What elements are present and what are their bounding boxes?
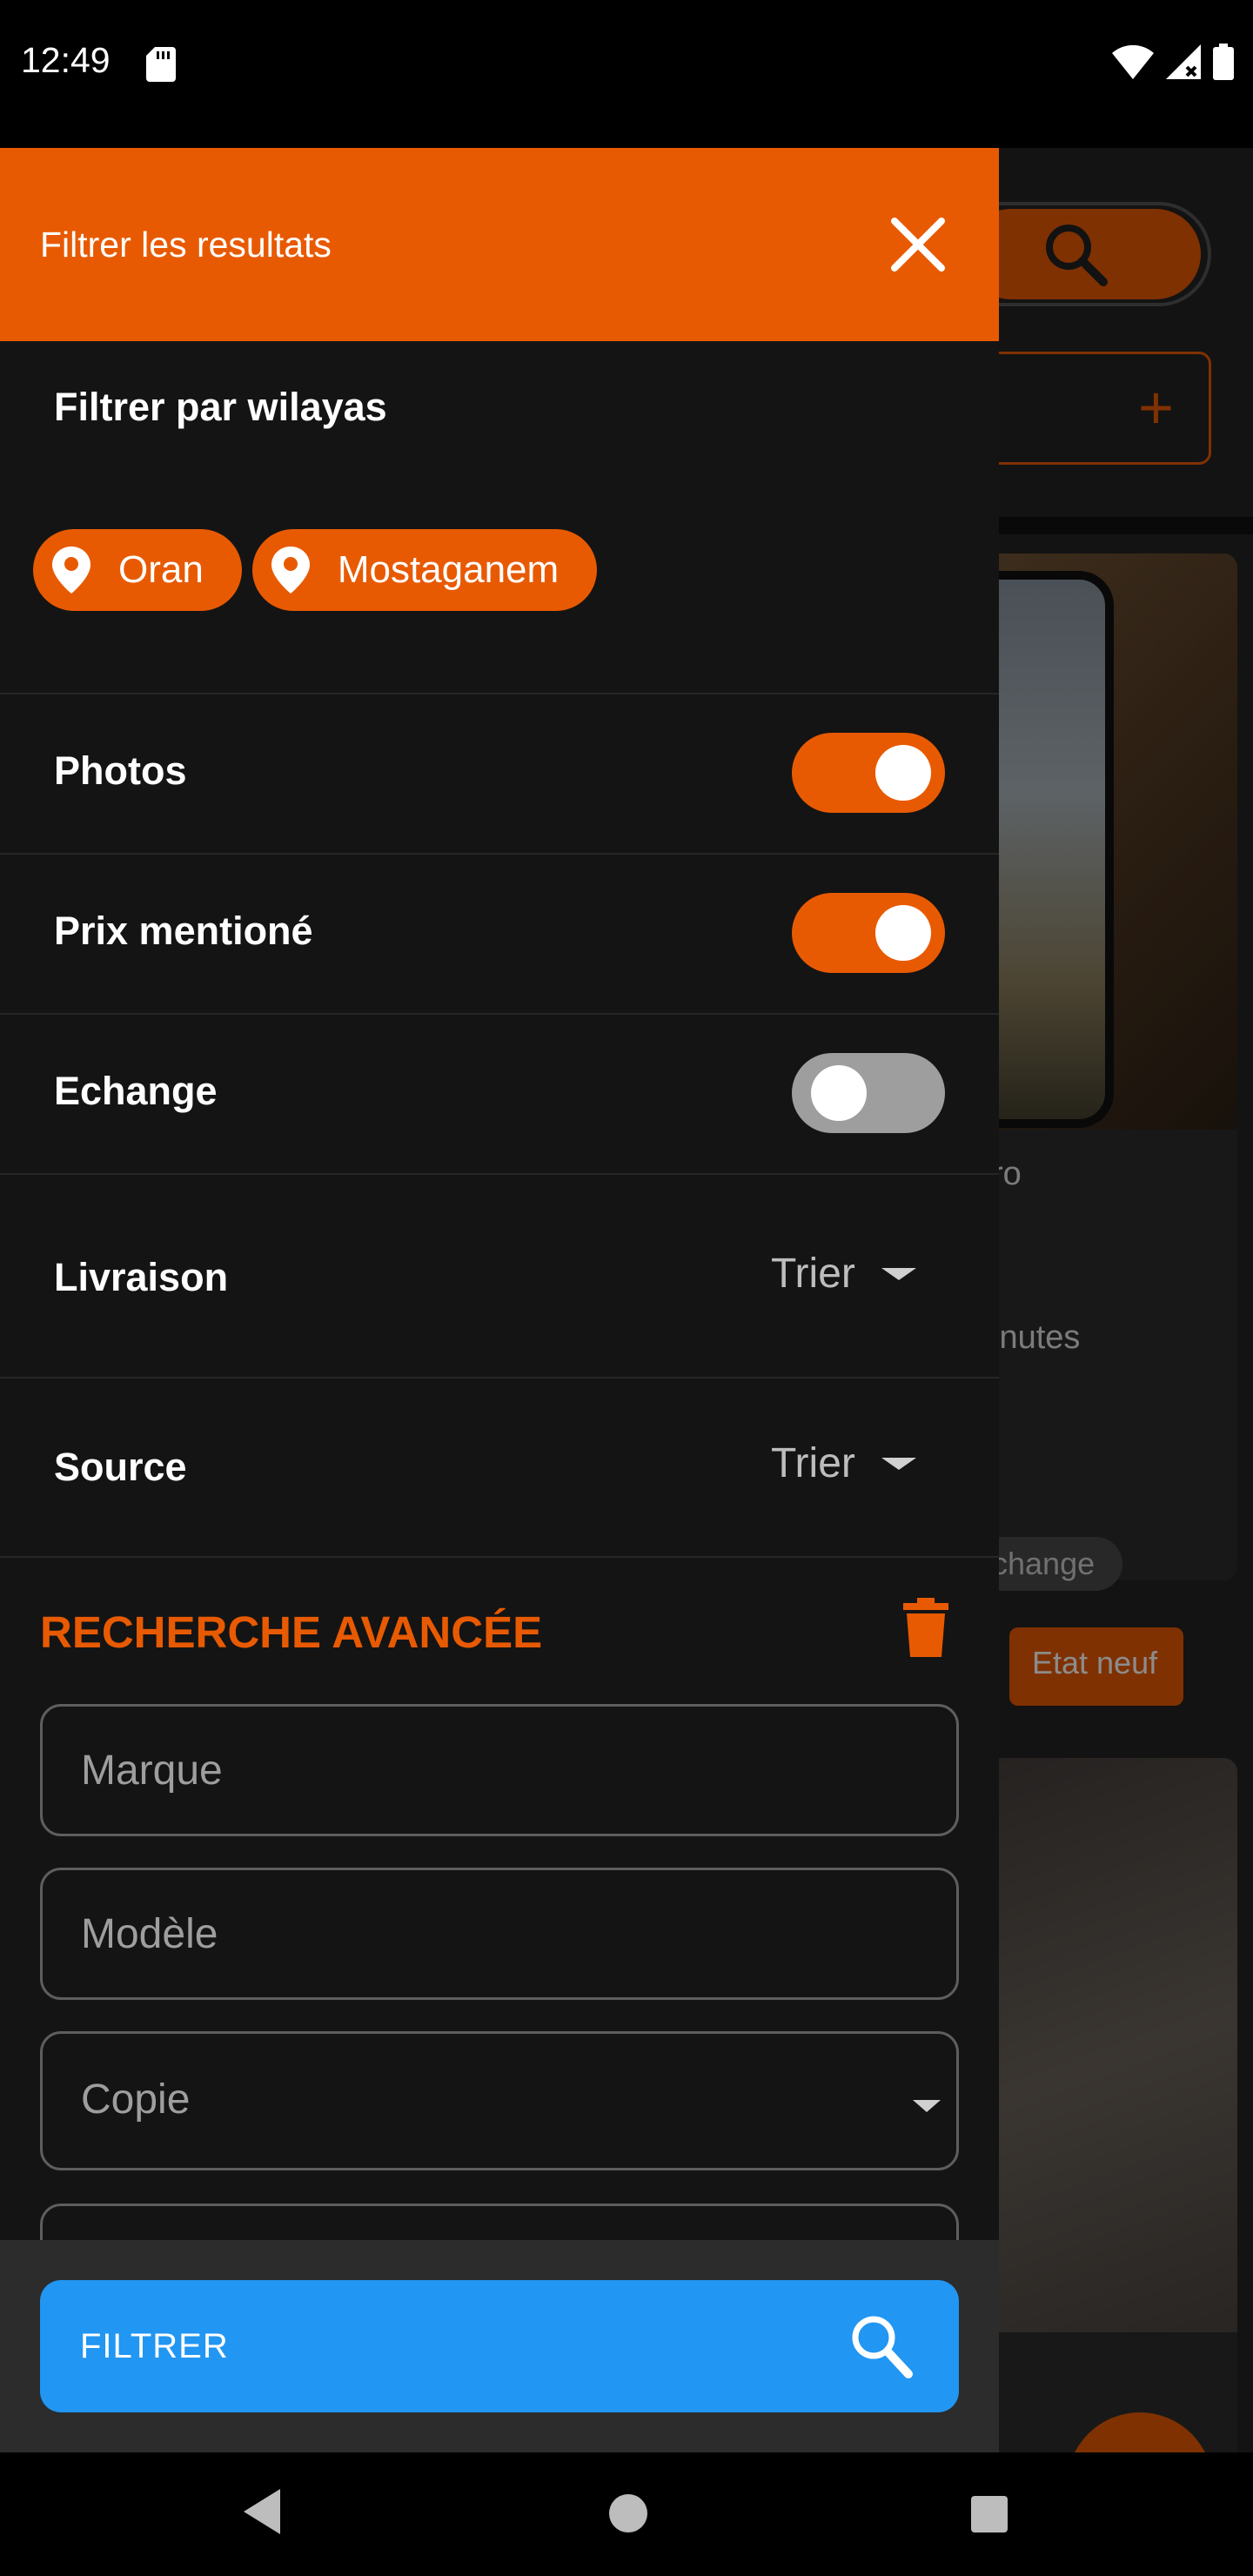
wilaya-chip-oran[interactable]: Oran xyxy=(33,529,242,611)
recents-icon[interactable] xyxy=(971,2496,1008,2532)
toggle-row-echange[interactable]: Echange xyxy=(0,1013,999,1173)
close-button[interactable] xyxy=(879,205,957,284)
toggle-knob xyxy=(875,745,931,801)
location-pin-icon xyxy=(52,547,90,594)
copy-select-value: Copie xyxy=(81,2076,191,2123)
toggle-knob xyxy=(811,1065,867,1121)
bottom-bar: FILTRER xyxy=(0,2240,999,2452)
filter-drawer: Filtrer les resultats Filtrer par wilaya… xyxy=(0,148,999,2452)
close-icon xyxy=(891,218,945,272)
toggle-row-photos[interactable]: Photos xyxy=(0,693,999,853)
caret-down-icon xyxy=(881,1267,916,1280)
drawer-header: Filtrer les resultats xyxy=(0,148,999,341)
livraison-dropdown[interactable]: Trier xyxy=(771,1250,916,1298)
photos-toggle[interactable] xyxy=(792,733,945,813)
wilaya-heading: Filtrer par wilayas xyxy=(54,385,387,429)
model-field[interactable] xyxy=(40,1868,959,2000)
drawer-title: Filtrer les resultats xyxy=(40,225,332,265)
wilaya-chip-label: Oran xyxy=(118,548,204,591)
source-dropdown[interactable]: Trier xyxy=(771,1439,916,1487)
wifi-icon xyxy=(1112,44,1154,79)
dropdown-value: Trier xyxy=(771,1440,855,1486)
brand-field[interactable] xyxy=(40,1704,959,1836)
status-bar: 12:49 xyxy=(0,0,1253,148)
status-icons xyxy=(1112,44,1234,80)
divider xyxy=(0,1556,999,1558)
copy-select[interactable]: Copie xyxy=(40,2031,959,2170)
filter-button-label: FILTRER xyxy=(80,2327,229,2365)
sd-card-icon xyxy=(146,47,176,82)
model-input[interactable] xyxy=(43,1870,956,1997)
wilaya-chip-mostaganem[interactable]: Mostaganem xyxy=(251,529,598,611)
price-toggle[interactable] xyxy=(792,893,945,973)
home-icon[interactable] xyxy=(609,2494,647,2532)
sort-label: Source xyxy=(54,1445,187,1489)
battery-icon xyxy=(1213,44,1234,80)
screen: 12:49 + ro inutes change Etat neuf Filtr… xyxy=(0,0,1253,2576)
advanced-search-title: RECHERCHE AVANCÉE xyxy=(40,1607,543,1657)
wilaya-chip-label: Mostaganem xyxy=(337,548,559,591)
exchange-toggle[interactable] xyxy=(792,1053,945,1133)
toggle-knob xyxy=(875,905,931,961)
sort-label: Livraison xyxy=(54,1255,229,1299)
dropdown-value: Trier xyxy=(771,1251,855,1297)
trash-icon[interactable] xyxy=(901,1598,950,1657)
signal-icon xyxy=(1166,44,1201,79)
toggle-row-prix[interactable]: Prix mentioné xyxy=(0,853,999,1013)
navigation-bar xyxy=(0,2452,1253,2576)
filter-button[interactable]: FILTRER xyxy=(40,2280,959,2412)
brand-input[interactable] xyxy=(43,1707,956,1834)
status-time: 12:49 xyxy=(21,40,111,80)
toggle-label: Photos xyxy=(54,748,187,793)
toggle-label: Echange xyxy=(54,1069,218,1113)
caret-down-icon xyxy=(881,1457,916,1470)
location-pin-icon xyxy=(271,547,310,594)
sort-row-livraison: Livraison Trier xyxy=(0,1173,999,1377)
toggle-label: Prix mentioné xyxy=(54,909,313,953)
wilaya-chips: Oran Mostaganem xyxy=(33,529,598,611)
back-icon[interactable] xyxy=(242,2487,282,2536)
caret-down-icon xyxy=(913,2100,941,2112)
search-icon xyxy=(852,2316,913,2378)
sort-row-source: Source Trier xyxy=(0,1377,999,1556)
